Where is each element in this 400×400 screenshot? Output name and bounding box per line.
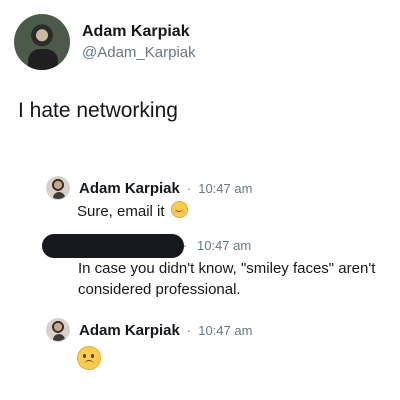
reply-avatar[interactable]	[46, 176, 70, 200]
smiling-face-icon	[170, 201, 188, 218]
separator-dot: ·	[186, 180, 192, 196]
author-display-name[interactable]: Adam Karpiak	[82, 22, 196, 42]
separator-dot: ·	[186, 322, 192, 338]
redacted-author	[42, 234, 184, 258]
separator-dot: ·	[183, 238, 188, 253]
reply-timestamp: 10:47 am	[198, 322, 253, 338]
tweet-header: Adam Karpiak @Adam_Karpiak	[14, 14, 196, 70]
reply-2-meta: · 10:47 am	[183, 238, 251, 253]
tweet-text: I hate networking	[18, 99, 178, 122]
reply-2-text: In case you didn't know, "smiley faces" …	[78, 260, 376, 298]
reply-text: Sure, email it	[77, 201, 380, 222]
reply-avatar[interactable]	[46, 318, 70, 342]
reply-3: Adam Karpiak · 10:47 am	[46, 318, 380, 376]
reply-1: Adam Karpiak · 10:47 am Sure, email it	[46, 176, 380, 222]
author-info: Adam Karpiak @Adam_Karpiak	[82, 22, 196, 63]
reply-text	[77, 346, 380, 376]
reply-header: Adam Karpiak · 10:47 am	[46, 318, 380, 342]
reply-author-name[interactable]: Adam Karpiak	[79, 322, 180, 339]
reply-timestamp: 10:47 am	[196, 238, 252, 253]
frowning-face-icon	[77, 346, 101, 370]
reply-header: Adam Karpiak · 10:47 am	[46, 176, 380, 200]
reply-text-content: Sure, email it	[77, 203, 165, 220]
author-handle[interactable]: @Adam_Karpiak	[82, 43, 196, 63]
author-avatar[interactable]	[14, 14, 70, 70]
reply-author-name[interactable]: Adam Karpiak	[79, 180, 180, 197]
reply-timestamp: 10:47 am	[198, 180, 253, 196]
